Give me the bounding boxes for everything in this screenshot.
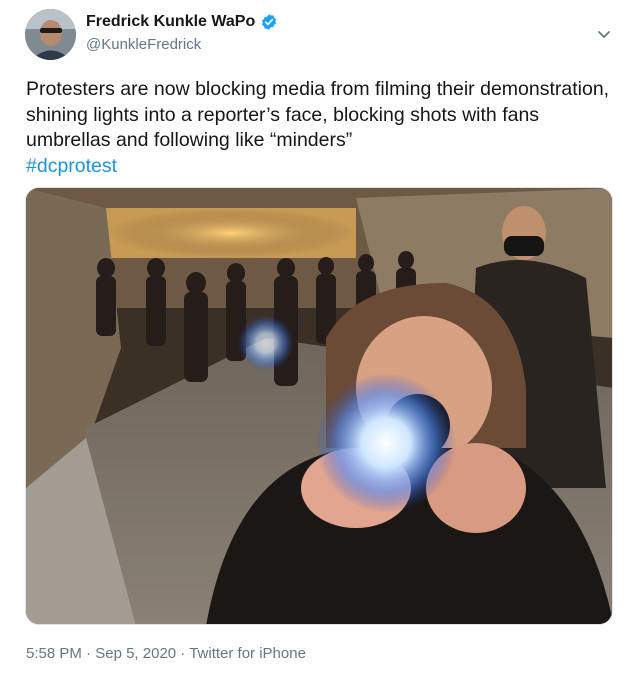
meta-separator: · (180, 645, 186, 662)
chevron-down-icon[interactable] (594, 24, 614, 44)
tweet-photo[interactable] (25, 187, 613, 625)
tweet-body: Protesters are now blocking media from f… (26, 77, 616, 179)
author-display-name[interactable]: Fredrick Kunkle WaPo (86, 13, 255, 31)
hashtag-link[interactable]: #dcprotest (26, 155, 117, 177)
tweet-text: Protesters are now blocking media from f… (26, 78, 610, 151)
avatar-image (25, 9, 76, 60)
tweet-time[interactable]: 5:58 PM (26, 645, 82, 662)
author-name-row[interactable]: Fredrick Kunkle WaPo (86, 13, 278, 31)
tweet-source[interactable]: Twitter for iPhone (189, 645, 306, 662)
meta-separator: · (86, 645, 92, 662)
author-handle[interactable]: @KunkleFredrick (86, 36, 201, 53)
protest-photo (26, 188, 612, 624)
author-avatar[interactable] (25, 9, 76, 60)
tweet-date[interactable]: Sep 5, 2020 (95, 645, 176, 662)
verified-badge-icon (262, 14, 277, 30)
tweet-meta: 5:58 PM · Sep 5, 2020 · Twitter for iPho… (26, 645, 306, 662)
